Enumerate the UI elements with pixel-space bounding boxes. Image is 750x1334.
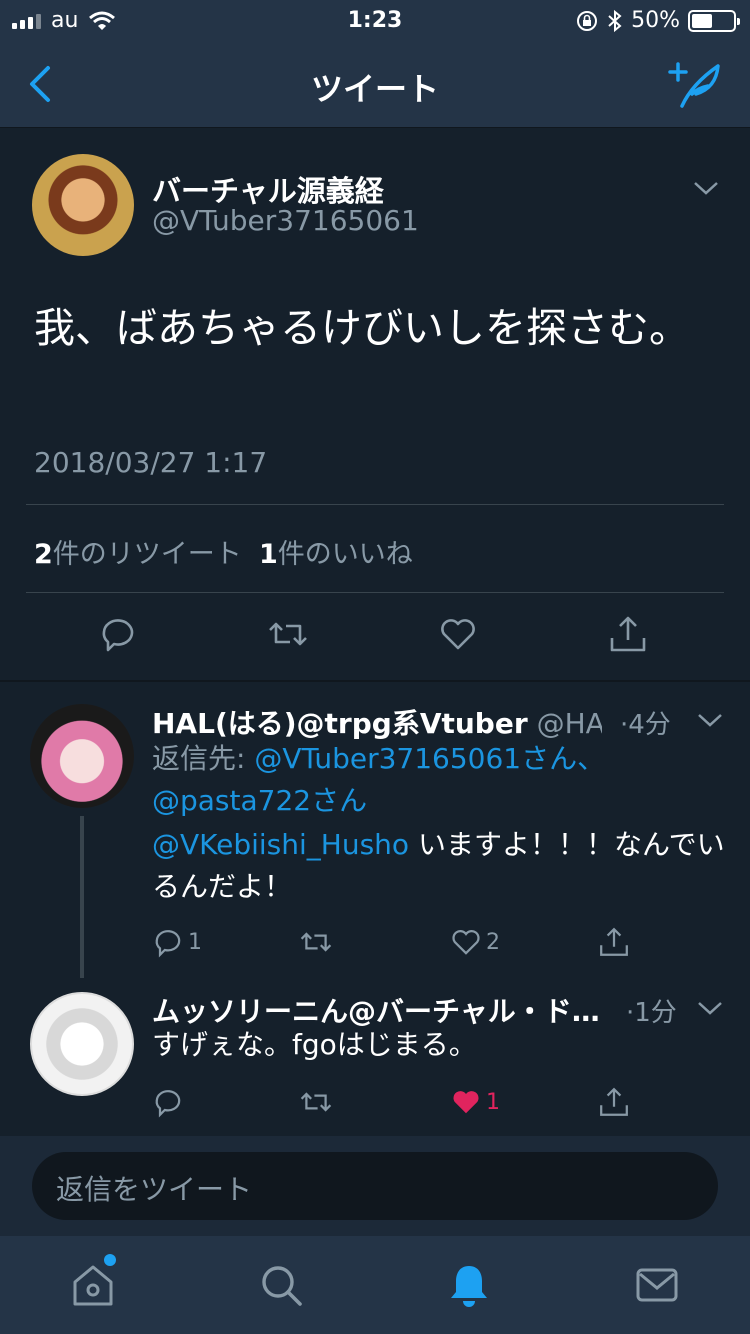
tweet-timestamp: 2018/03/27 1:17 <box>34 446 268 479</box>
reply-composer: 返信をツイート <box>0 1136 750 1236</box>
rotation-lock-icon <box>577 10 598 31</box>
retweet-icon[interactable] <box>300 926 332 958</box>
like-action[interactable]: 1 <box>450 1086 500 1118</box>
retweet-action[interactable] <box>300 926 336 958</box>
reply-input[interactable]: 返信をツイート <box>32 1152 718 1220</box>
chevron-down-icon[interactable] <box>696 998 724 1018</box>
retweet-action[interactable] <box>300 1086 336 1118</box>
main-tweet: バーチャル源義経 @VTuber37165061 我、ばあちゃるけびいしを探さむ… <box>0 128 750 680</box>
status-bar: au 1:23 50% <box>0 0 750 42</box>
reply-to: 返信先: @VTuber37165061さん、@pasta722さん <box>152 738 712 822</box>
reply-action[interactable]: 1 <box>152 926 202 958</box>
retweet-count[interactable]: 2 <box>34 539 53 570</box>
like-count[interactable]: 1 <box>259 539 278 570</box>
user-handle[interactable]: @HA... <box>537 707 602 740</box>
divider <box>26 592 724 593</box>
share-icon[interactable] <box>598 1086 630 1118</box>
retweet-label[interactable]: 件のリツイート <box>53 539 242 570</box>
reply-text: すげぇな。fgoはじまる。 <box>152 1028 477 1061</box>
retweet-icon[interactable] <box>300 1086 332 1118</box>
reply-icon[interactable] <box>152 926 184 958</box>
home-icon[interactable] <box>70 1262 116 1308</box>
tweet-text: 我、ばあちゃるけびいしを探さむ。 <box>34 304 690 352</box>
like-label[interactable]: 件のいいね <box>278 539 413 570</box>
heart-filled-icon[interactable] <box>450 1086 482 1118</box>
reply-to-prefix: 返信先: <box>152 742 255 775</box>
avatar[interactable] <box>30 992 134 1096</box>
user-handle[interactable]: @VTuber37165061 <box>152 204 419 237</box>
share-action[interactable] <box>598 926 630 958</box>
reply-icon[interactable] <box>152 1086 184 1118</box>
reply-tweet[interactable]: ムッソリーニん@バーチャル・ド… ·1分 すげぇな。fgoはじまる。 1 <box>0 976 750 1136</box>
heart-icon[interactable] <box>450 926 482 958</box>
battery-icon <box>688 9 740 32</box>
compose-feather-icon[interactable] <box>668 58 724 110</box>
new-indicator-dot <box>104 1254 116 1266</box>
reply-tweet[interactable]: HAL(はる)@trpg系Vtuber @HA... ·4分 返信先: @VTu… <box>0 682 750 974</box>
divider <box>26 504 724 505</box>
nav-bar: ツイート <box>0 42 750 128</box>
tab-bar <box>0 1236 750 1334</box>
messages-icon[interactable] <box>634 1262 680 1308</box>
battery-percent: 50% <box>631 8 680 33</box>
bluetooth-icon <box>608 9 622 32</box>
like-count: 1 <box>486 1089 500 1115</box>
like-action[interactable]: 2 <box>450 926 500 958</box>
tweet-stats: 2件のリツイート 1件のいいね <box>34 532 413 571</box>
avatar[interactable] <box>30 704 134 808</box>
avatar[interactable] <box>32 154 134 256</box>
reply-action[interactable] <box>152 1086 188 1118</box>
heart-icon[interactable] <box>438 614 478 654</box>
like-count: 2 <box>486 929 500 955</box>
retweet-icon[interactable] <box>268 614 308 654</box>
tweet-actions <box>0 610 750 666</box>
display-name[interactable]: HAL(はる)@trpg系Vtuber <box>152 707 528 740</box>
notifications-icon[interactable] <box>446 1262 492 1308</box>
search-icon[interactable] <box>258 1262 304 1308</box>
page-title: ツイート <box>310 70 439 108</box>
reply-count: 1 <box>188 929 202 955</box>
reply-text: @VKebiishi_Husho いますよ！！！なんでいるんだよ！ <box>152 824 727 908</box>
chevron-down-icon[interactable] <box>696 710 724 730</box>
share-icon[interactable] <box>598 926 630 958</box>
share-action[interactable] <box>598 1086 630 1118</box>
reply-header: HAL(はる)@trpg系Vtuber @HA... <box>152 702 602 742</box>
chevron-down-icon[interactable] <box>692 178 720 198</box>
mention-link[interactable]: @VKebiishi_Husho <box>152 828 409 861</box>
reply-icon[interactable] <box>98 614 138 654</box>
thread-line <box>80 816 84 978</box>
share-icon[interactable] <box>608 614 648 654</box>
reply-time: ·4分 <box>620 710 671 740</box>
